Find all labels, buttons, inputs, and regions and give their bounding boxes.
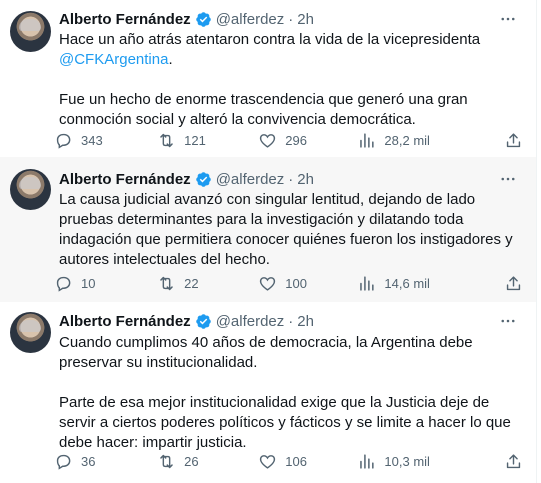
retweet-icon [160,133,173,147]
share-button[interactable] [504,131,524,150]
retweet-button[interactable]: 22 [157,274,258,293]
tweet[interactable]: Alberto Fernández @alferdez · 2h La caus… [0,157,536,302]
like-button[interactable]: 106 [258,452,357,471]
reply-count: 343 [81,132,103,148]
retweet-count: 26 [184,453,199,469]
views-button[interactable]: 10,3 mil [357,452,504,471]
heart-icon [260,454,276,469]
separator-dot: · [288,170,294,188]
heart-icon [260,276,276,291]
retweet-count: 22 [184,275,199,291]
views-count: 10,3 mil [384,453,430,469]
tweet-actions: 36 26 106 10,3 mil [54,451,524,471]
like-count: 296 [285,132,307,148]
more-horizontal-icon[interactable] [498,169,518,189]
share-button[interactable] [504,452,524,471]
author-handle[interactable]: @alferdez [216,313,285,330]
views-chart-icon [360,275,375,291]
views-count: 14,6 mil [384,275,430,291]
verified-badge-icon [195,313,211,329]
reply-bubble-icon [56,276,71,292]
timestamp[interactable]: 2h [297,313,314,330]
reply-button[interactable]: 343 [54,131,157,150]
retweet-button[interactable]: 121 [157,131,258,150]
tweet-header: Alberto Fernández @alferdez · 2h [59,9,314,29]
verified-badge-icon [195,11,211,27]
author-handle[interactable]: @alferdez [216,11,285,28]
reply-button[interactable]: 10 [54,274,157,293]
author-name[interactable]: Alberto Fernández [59,171,191,188]
views-count: 28,2 mil [384,132,430,148]
more-horizontal-icon[interactable] [498,311,518,331]
tweet-actions: 343 121 296 28,2 mil [54,130,524,150]
views-button[interactable]: 28,2 mil [357,131,504,150]
tweet-actions: 10 22 100 14,6 mil [54,273,524,293]
like-count: 100 [285,275,307,291]
retweet-button[interactable]: 26 [157,452,258,471]
tweet-text-paragraph: Parte de esa mejor institucionalidad exi… [59,394,516,451]
timestamp[interactable]: 2h [297,11,314,28]
reply-count: 36 [81,453,96,469]
author-name[interactable]: Alberto Fernández [59,11,191,28]
share-upload-icon [507,453,521,468]
timeline-right-border [536,0,541,483]
tweet-text-paragraph: Fue un hecho de enorme trascendencia que… [59,91,472,128]
tweet-text-punctuation: . [168,51,173,68]
reply-bubble-icon [56,454,71,470]
like-button[interactable]: 100 [258,274,357,293]
avatar[interactable] [10,312,51,353]
reply-count: 10 [81,275,96,291]
retweet-count: 121 [184,132,206,148]
share-upload-icon [507,132,521,147]
tweet-text: La causa judicial avanzó con singular le… [59,190,521,270]
like-button[interactable]: 296 [258,131,357,150]
author-handle[interactable]: @alferdez [216,171,285,188]
tweet-text: Hace un año atrás atentaron contra la vi… [59,30,521,130]
retweet-icon [160,276,173,290]
tweet[interactable]: Alberto Fernández @alferdez · 2h Hace un… [0,0,536,157]
tweet-header: Alberto Fernández @alferdez · 2h [59,311,314,331]
tweet-text-paragraph: Cuando cumplimos 40 años de democracia, … [59,334,477,371]
like-count: 106 [285,453,307,469]
tweet[interactable]: Alberto Fernández @alferdez · 2h Cuando … [0,302,536,483]
mention-link[interactable]: @CFKArgentina [59,51,168,68]
share-upload-icon [507,275,521,290]
views-button[interactable]: 14,6 mil [357,274,504,293]
timestamp[interactable]: 2h [297,171,314,188]
avatar[interactable] [10,11,51,52]
views-chart-icon [360,453,375,469]
tweet-header: Alberto Fernández @alferdez · 2h [59,169,314,189]
verified-badge-icon [195,171,211,187]
tweet-text-paragraph: La causa judicial avanzó con singular le… [59,191,517,268]
reply-button[interactable]: 36 [54,452,157,471]
views-chart-icon [360,132,375,148]
reply-bubble-icon [56,133,71,149]
separator-dot: · [288,312,294,330]
more-horizontal-icon[interactable] [498,9,518,29]
tweet-text-line: Hace un año atrás atentaron contra la vi… [59,31,481,48]
share-button[interactable] [504,274,524,293]
heart-icon [260,133,276,148]
author-name[interactable]: Alberto Fernández [59,313,191,330]
avatar[interactable] [10,169,51,210]
separator-dot: · [288,10,294,28]
tweet-text: Cuando cumplimos 40 años de democracia, … [59,333,521,453]
retweet-icon [160,454,173,468]
